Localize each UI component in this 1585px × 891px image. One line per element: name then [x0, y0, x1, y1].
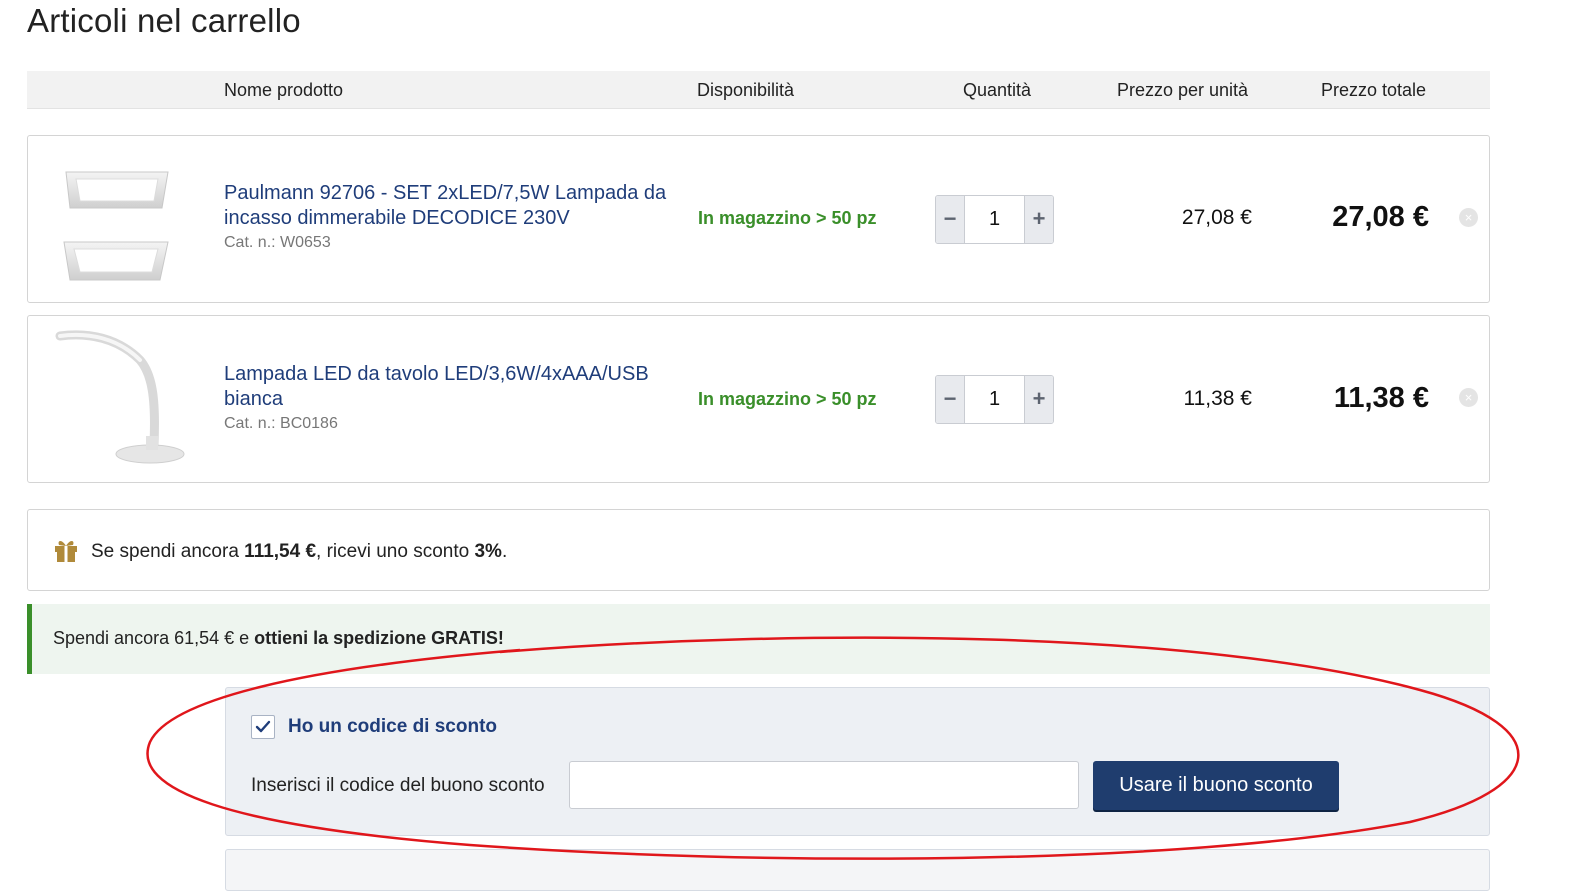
product-link[interactable]: Lampada LED da tavolo LED/3,6W/4xAAA/USB… — [224, 362, 684, 412]
discount-percent: 3% — [474, 541, 502, 562]
unit-price: 27,08 € — [1181, 206, 1252, 229]
increase-quantity-button[interactable]: + — [1024, 196, 1053, 243]
increase-quantity-button[interactable]: + — [1024, 376, 1053, 423]
coupon-panel: Ho un codice di sconto Inserisci il codi… — [225, 687, 1490, 836]
availability-status: In magazzino > 50 pz — [698, 208, 877, 228]
total-price: 27,08 € — [1332, 201, 1429, 233]
availability-status: In magazzino > 50 pz — [698, 389, 877, 409]
remove-item-icon[interactable]: × — [1459, 208, 1478, 227]
header-unit-price: Prezzo per unità — [1117, 80, 1249, 100]
decrease-quantity-button[interactable]: − — [936, 196, 965, 243]
coupon-code-input[interactable] — [569, 761, 1079, 809]
remaining-amount: 111,54 € — [244, 541, 317, 562]
cart-item-row: Paulmann 92706 - SET 2xLED/7,5W Lampada … — [27, 135, 1490, 303]
recessed-panel-lamp-image[interactable] — [48, 146, 198, 292]
desk-lamp-image[interactable] — [48, 326, 198, 472]
quantity-stepper: − + — [935, 375, 1054, 424]
free-shipping-text: Spendi ancora 61,54 € e ottieni la spedi… — [53, 628, 504, 648]
catalog-number: Cat. n.: W0653 — [224, 234, 331, 251]
catalog-number: Cat. n.: BC0186 — [224, 415, 338, 432]
quantity-stepper: − + — [935, 195, 1054, 244]
quantity-input[interactable] — [965, 196, 1024, 243]
product-link[interactable]: Paulmann 92706 - SET 2xLED/7,5W Lampada … — [224, 181, 684, 231]
coupon-code-label: Inserisci il codice del buono sconto — [251, 775, 545, 796]
header-product-name: Nome prodotto — [224, 80, 344, 100]
free-shipping-banner: Spendi ancora 61,54 € e ottieni la spedi… — [27, 604, 1490, 674]
volume-discount-notice: Se spendi ancora 111,54 €, ricevi uno sc… — [27, 509, 1490, 591]
header-quantity: Quantità — [963, 80, 1032, 100]
volume-discount-text: Se spendi ancora 111,54 €, ricevi uno sc… — [91, 541, 508, 562]
header-total-price: Prezzo totale — [1321, 80, 1427, 100]
decrease-quantity-button[interactable]: − — [936, 376, 965, 423]
apply-coupon-button[interactable]: Usare il buono sconto — [1093, 761, 1339, 810]
header-availability: Disponibilità — [697, 80, 795, 100]
page-title: Articoli nel carrello — [27, 2, 301, 39]
remove-item-icon[interactable]: × — [1459, 388, 1478, 407]
coupon-checkbox-label[interactable]: Ho un codice di sconto — [288, 716, 497, 738]
total-price: 11,38 € — [1333, 382, 1429, 414]
next-section-panel — [225, 849, 1490, 891]
quantity-input[interactable] — [965, 376, 1024, 423]
checkmark-icon — [255, 720, 271, 733]
unit-price: 11,38 € — [1183, 387, 1252, 410]
coupon-checkbox[interactable] — [251, 715, 275, 739]
cart-item-row: Lampada LED da tavolo LED/3,6W/4xAAA/USB… — [27, 315, 1490, 483]
gift-icon — [53, 537, 79, 563]
cart-table-header: Nome prodotto Disponibilità Quantità Pre… — [27, 71, 1490, 109]
